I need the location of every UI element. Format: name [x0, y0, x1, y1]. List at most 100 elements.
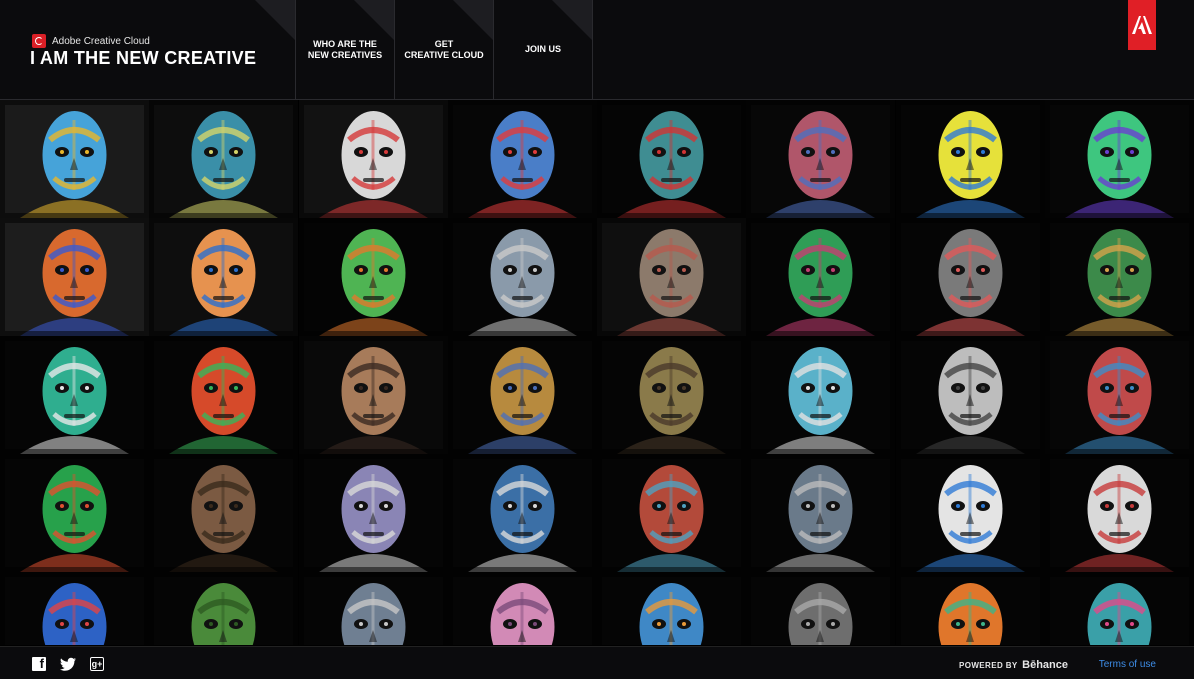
nav-who-are-the-new-creatives[interactable]: WHO ARE THE NEW CREATIVES — [295, 0, 394, 99]
portrait-image — [0, 454, 149, 572]
creative-portrait-tile[interactable] — [597, 336, 746, 454]
creative-portrait-tile[interactable] — [0, 100, 149, 218]
nav-label: WHO ARE THE NEW CREATIVES — [307, 38, 383, 60]
portrait-image — [597, 218, 746, 336]
portrait-image — [298, 218, 448, 336]
creative-portrait-tile[interactable] — [149, 336, 299, 454]
portrait-image — [1044, 100, 1194, 218]
portrait-image — [895, 218, 1045, 336]
social-links: f g+ — [32, 656, 104, 672]
creative-portrait-tile[interactable] — [1044, 218, 1194, 336]
creative-portrait-tile[interactable] — [298, 218, 448, 336]
creative-portrait-tile[interactable] — [298, 336, 448, 454]
portrait-image — [447, 336, 597, 454]
portrait-image — [149, 336, 299, 454]
creative-portrait-tile[interactable] — [597, 100, 746, 218]
creative-portrait-tile[interactable] — [298, 100, 448, 218]
adobe-logo-icon[interactable] — [1128, 0, 1156, 50]
creative-portrait-tile[interactable] — [895, 572, 1045, 645]
portrait-image — [746, 454, 896, 572]
creative-portrait-tile[interactable] — [298, 572, 448, 645]
nav-join-us[interactable]: JOIN US — [493, 0, 593, 99]
portrait-image — [149, 572, 299, 645]
nav-label: JOIN US — [524, 44, 561, 54]
creative-portrait-tile[interactable] — [746, 572, 896, 645]
creative-portrait-tile[interactable] — [895, 218, 1045, 336]
portrait-image — [895, 100, 1045, 218]
creative-portrait-tile[interactable] — [597, 218, 746, 336]
creative-portrait-tile[interactable] — [447, 218, 597, 336]
site-header: Adobe Creative Cloud I AM THE NEW CREATI… — [0, 0, 1194, 100]
creative-portrait-tile[interactable] — [1044, 454, 1194, 572]
creative-portrait-tile[interactable] — [0, 454, 149, 572]
creative-portrait-tile[interactable] — [447, 454, 597, 572]
portrait-image — [746, 336, 896, 454]
portrait-image — [447, 572, 597, 645]
powered-by-behance[interactable]: POWERED BY Bēhance — [959, 659, 1068, 671]
creative-portrait-tile[interactable] — [149, 454, 299, 572]
creative-portrait-tile[interactable] — [149, 572, 299, 645]
behance-label: Bēhance — [1022, 659, 1068, 671]
portrait-image — [447, 454, 597, 572]
portrait-image — [298, 100, 448, 218]
portrait-image — [447, 100, 597, 218]
creative-portrait-tile[interactable] — [447, 336, 597, 454]
portrait-image — [895, 572, 1045, 645]
portrait-image — [1044, 336, 1194, 454]
creative-portrait-tile[interactable] — [0, 218, 149, 336]
portrait-image — [149, 100, 299, 218]
creative-portrait-tile[interactable]: inspired life — [0, 572, 149, 645]
creative-cloud-icon — [32, 34, 46, 48]
terms-of-use-link[interactable]: Terms of use — [1099, 659, 1156, 670]
portrait-image — [149, 218, 299, 336]
portrait-image — [0, 336, 149, 454]
creative-portrait-tile[interactable] — [1044, 572, 1194, 645]
creative-portrait-tile[interactable] — [746, 218, 896, 336]
portrait-image — [746, 100, 896, 218]
page-title: I AM THE NEW CREATIVE — [30, 48, 257, 68]
brand[interactable]: Adobe Creative Cloud I AM THE NEW CREATI… — [0, 0, 295, 99]
creative-portrait-tile[interactable] — [447, 100, 597, 218]
main-nav: WHO ARE THE NEW CREATIVES GET CREATIVE C… — [295, 0, 593, 99]
creative-portrait-tile[interactable] — [746, 336, 896, 454]
portrait-image — [298, 454, 448, 572]
site-footer: f g+ POWERED BY Bēhance Terms of use — [0, 646, 1194, 679]
powered-by-label: POWERED BY — [958, 661, 1018, 670]
creative-portrait-tile[interactable] — [895, 100, 1045, 218]
portrait-image — [0, 218, 149, 336]
portrait-image — [1044, 218, 1194, 336]
portrait-image — [1044, 572, 1194, 645]
portrait-image — [0, 100, 149, 218]
nav-label: GET CREATIVE CLOUD — [404, 38, 484, 60]
portrait-image — [1044, 454, 1194, 572]
creative-portrait-tile[interactable] — [1044, 336, 1194, 454]
twitter-icon[interactable] — [60, 656, 76, 672]
portrait-image — [0, 572, 149, 645]
portrait-image — [597, 336, 746, 454]
creative-portrait-tile[interactable] — [895, 336, 1045, 454]
portrait-image — [597, 572, 746, 645]
portrait-image — [746, 218, 896, 336]
portrait-image — [298, 572, 448, 645]
twitter-bird — [60, 657, 76, 671]
portrait-image — [895, 454, 1045, 572]
creative-portrait-tile[interactable] — [597, 572, 746, 645]
nav-get-creative-cloud[interactable]: GET CREATIVE CLOUD — [394, 0, 493, 99]
creative-portrait-tile[interactable] — [597, 454, 746, 572]
google-plus-icon[interactable]: g+ — [90, 657, 104, 671]
creative-portrait-tile[interactable] — [298, 454, 448, 572]
portrait-image — [149, 454, 299, 572]
creative-portrait-tile[interactable] — [746, 100, 896, 218]
creative-portrait-tile[interactable] — [447, 572, 597, 645]
creative-portrait-tile[interactable] — [1044, 100, 1194, 218]
creative-portrait-tile[interactable] — [895, 454, 1045, 572]
portrait-image — [895, 336, 1045, 454]
creative-portrait-tile[interactable] — [0, 336, 149, 454]
creative-portrait-tile[interactable] — [149, 218, 299, 336]
brand-small-title: Adobe Creative Cloud — [52, 35, 150, 47]
creative-portrait-tile[interactable] — [149, 100, 299, 218]
creative-portrait-tile[interactable] — [746, 454, 896, 572]
portrait-image — [447, 218, 597, 336]
facebook-icon[interactable]: f — [32, 656, 46, 671]
creatives-gallery: inspired life — [0, 100, 1194, 645]
